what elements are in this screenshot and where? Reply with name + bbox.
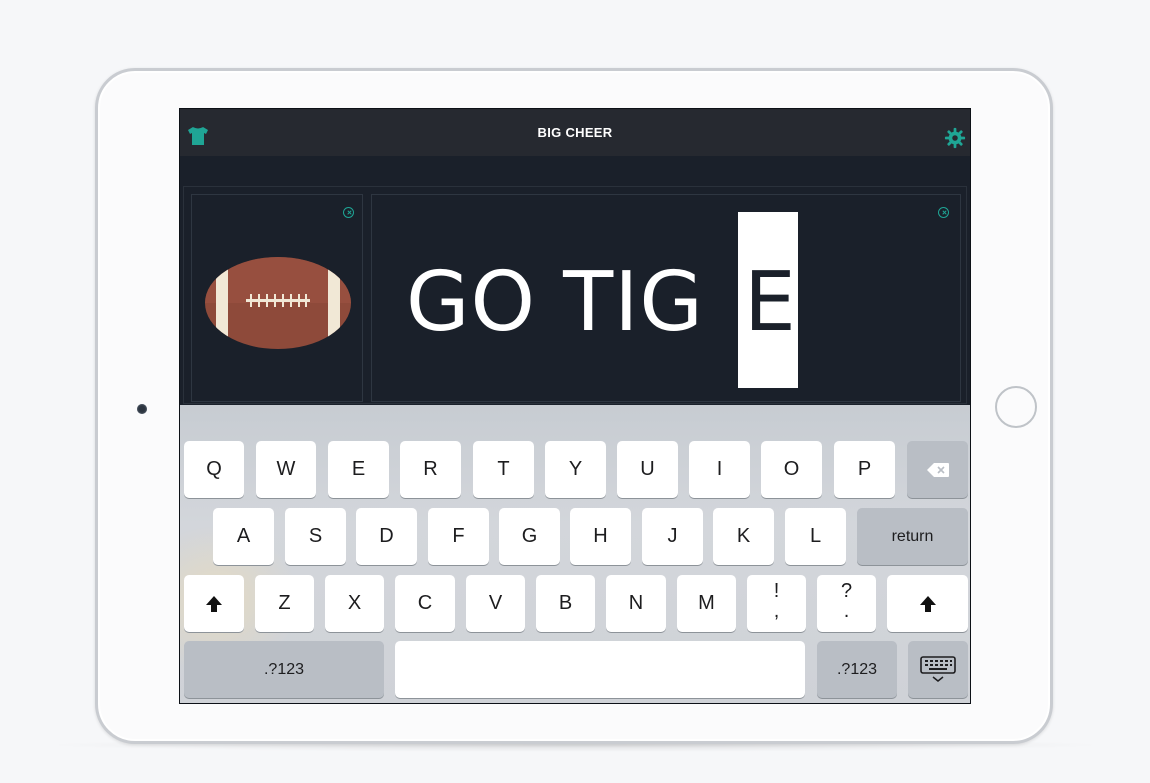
backspace-key[interactable] <box>907 441 968 498</box>
close-icon[interactable] <box>938 207 949 218</box>
key-question-label: ? <box>840 580 853 602</box>
key-j[interactable]: J <box>642 508 703 565</box>
keyboard-dismiss-icon <box>920 655 956 682</box>
key-m[interactable]: M <box>677 575 736 632</box>
key-v[interactable]: V <box>466 575 525 632</box>
text-card[interactable]: GO TIG E <box>371 194 961 402</box>
backspace-icon <box>926 462 949 477</box>
key-comma-label: , <box>773 600 780 622</box>
key-z[interactable]: Z <box>255 575 314 632</box>
key-w[interactable]: W <box>256 441 316 498</box>
key-r[interactable]: R <box>400 441 461 498</box>
return-key[interactable]: return <box>857 508 968 565</box>
image-card[interactable] <box>191 194 363 402</box>
shift-key-right[interactable] <box>887 575 968 632</box>
shift-icon <box>919 595 936 612</box>
key-p[interactable]: P <box>834 441 895 498</box>
key-y[interactable]: Y <box>545 441 606 498</box>
key-period-label: . <box>843 600 850 622</box>
key-u[interactable]: U <box>617 441 678 498</box>
numbers-key-right[interactable]: .?123 <box>817 641 897 698</box>
key-g[interactable]: G <box>499 508 560 565</box>
key-f[interactable]: F <box>428 508 489 565</box>
key-o[interactable]: O <box>761 441 822 498</box>
close-icon[interactable] <box>343 207 354 218</box>
key-a[interactable]: A <box>213 508 274 565</box>
numbers-key-left[interactable]: .?123 <box>184 641 384 698</box>
shift-key-left[interactable] <box>184 575 244 632</box>
camera-lens <box>137 404 147 414</box>
keyboard-dismiss-key[interactable] <box>908 641 968 698</box>
key-t[interactable]: T <box>473 441 534 498</box>
key-i[interactable]: I <box>689 441 750 498</box>
key-question-period[interactable]: ? . <box>817 575 876 632</box>
shift-icon <box>206 595 222 612</box>
key-k[interactable]: K <box>713 508 774 565</box>
keyboard: Q W E R T Y U I O P A S D F G H J K L re… <box>180 405 970 703</box>
gear-icon[interactable] <box>944 127 966 149</box>
key-e[interactable]: E <box>328 441 389 498</box>
key-x[interactable]: X <box>325 575 384 632</box>
key-c[interactable]: C <box>395 575 455 632</box>
app-screen: BIG CHEER GO TIG E Q W E R T Y U I O P A… <box>179 108 971 704</box>
cheer-text: GO TIG <box>406 255 704 350</box>
top-bar: BIG CHEER <box>180 109 970 156</box>
key-h[interactable]: H <box>570 508 631 565</box>
app-title: BIG CHEER <box>537 125 613 140</box>
football-image <box>205 257 351 349</box>
cheer-highlighted-char: E <box>744 255 796 350</box>
key-q[interactable]: Q <box>184 441 244 498</box>
key-exclaim-comma[interactable]: ! , <box>747 575 806 632</box>
key-s[interactable]: S <box>285 508 346 565</box>
key-l[interactable]: L <box>785 508 846 565</box>
home-button[interactable] <box>995 386 1037 428</box>
key-b[interactable]: B <box>536 575 595 632</box>
space-key[interactable] <box>395 641 805 698</box>
key-exclaim-label: ! <box>773 580 780 602</box>
key-n[interactable]: N <box>606 575 666 632</box>
key-d[interactable]: D <box>356 508 417 565</box>
